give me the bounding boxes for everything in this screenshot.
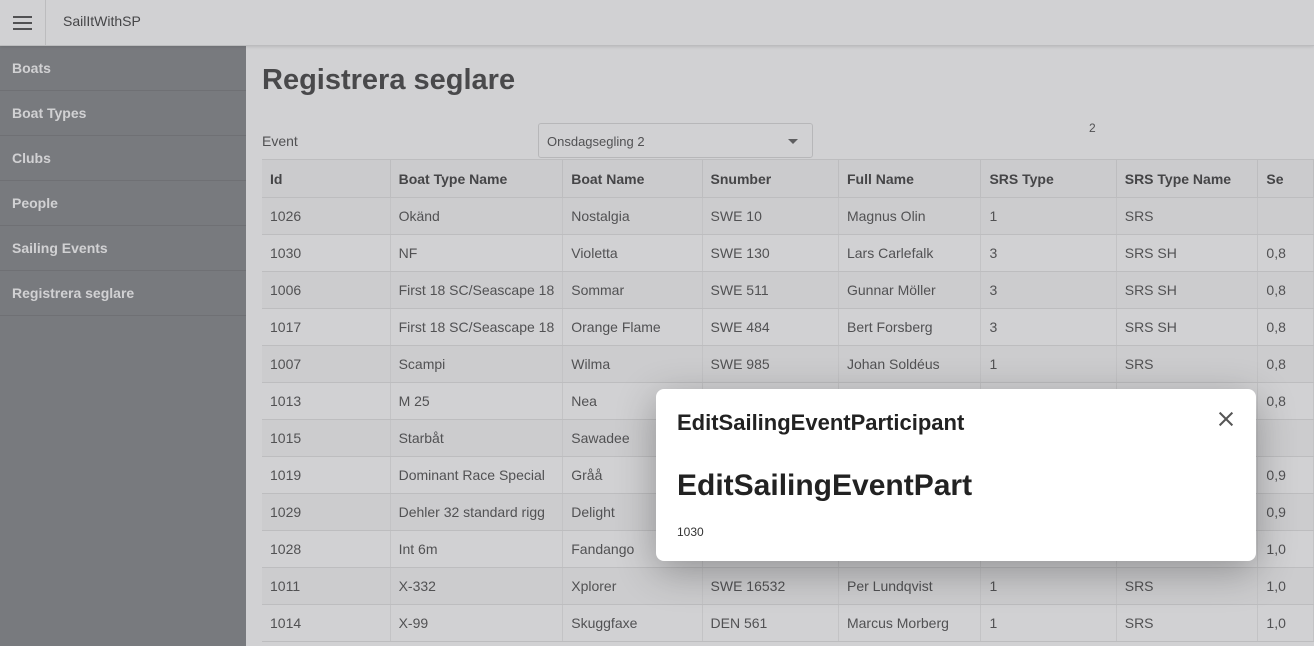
dialog-heading: EditSailingEventPart [677,469,973,502]
dialog-title: EditSailingEventParticipant [677,410,965,435]
close-icon[interactable] [1216,409,1236,429]
edit-participant-dialog: EditSailingEventParticipant EditSailingE… [656,389,1256,561]
participant-id: 1030 [677,525,704,539]
